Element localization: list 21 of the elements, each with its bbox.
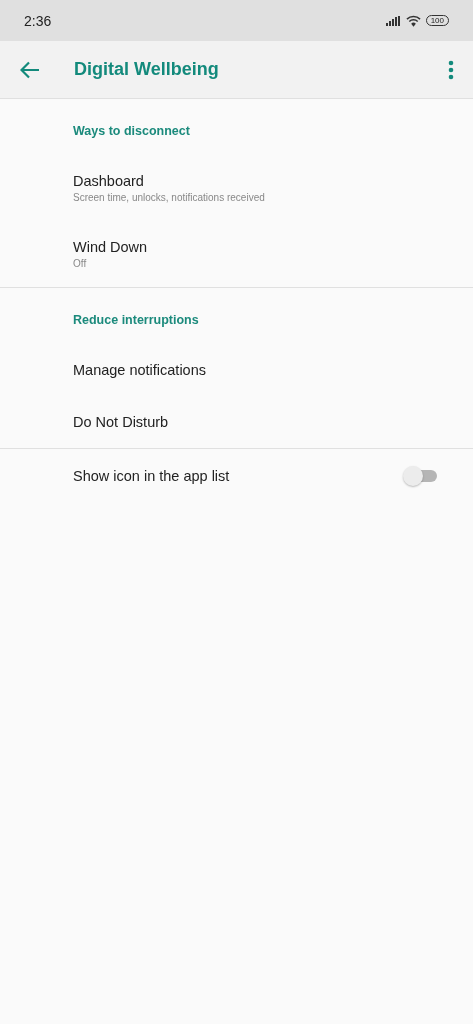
settings-item[interactable]: Dashboard Screen time, unlocks, notifications received (0, 155, 473, 221)
wifi-icon (405, 14, 421, 27)
screen-title: Digital Wellbeing (74, 59, 219, 80)
item-title: Manage notifications (73, 362, 207, 378)
settings-item[interactable]: Do Not Disturb (0, 396, 473, 448)
signal-icon (385, 15, 401, 26)
section-header: Reduce interruptions (72, 312, 200, 329)
section-header: Ways to disconnect (72, 123, 191, 140)
item-title: Do Not Disturb (73, 414, 170, 430)
item-subtitle: Screen time, unlocks, notifications received (73, 192, 266, 203)
item-title: Dashboard (73, 173, 145, 189)
item-title: Wind Down (73, 239, 149, 255)
settings-item[interactable]: Wind Down Off (0, 221, 473, 287)
toggle-switch[interactable] (403, 466, 437, 486)
more-options-button[interactable] (446, 59, 456, 80)
item-title: Show icon in the app list (73, 468, 230, 484)
settings-item[interactable]: Manage notifications (0, 344, 473, 396)
switch-item[interactable]: Show icon in the app list (0, 449, 473, 503)
item-subtitle: Off (73, 258, 88, 269)
back-button[interactable] (20, 59, 40, 80)
status-time: 2:36 (24, 12, 52, 29)
